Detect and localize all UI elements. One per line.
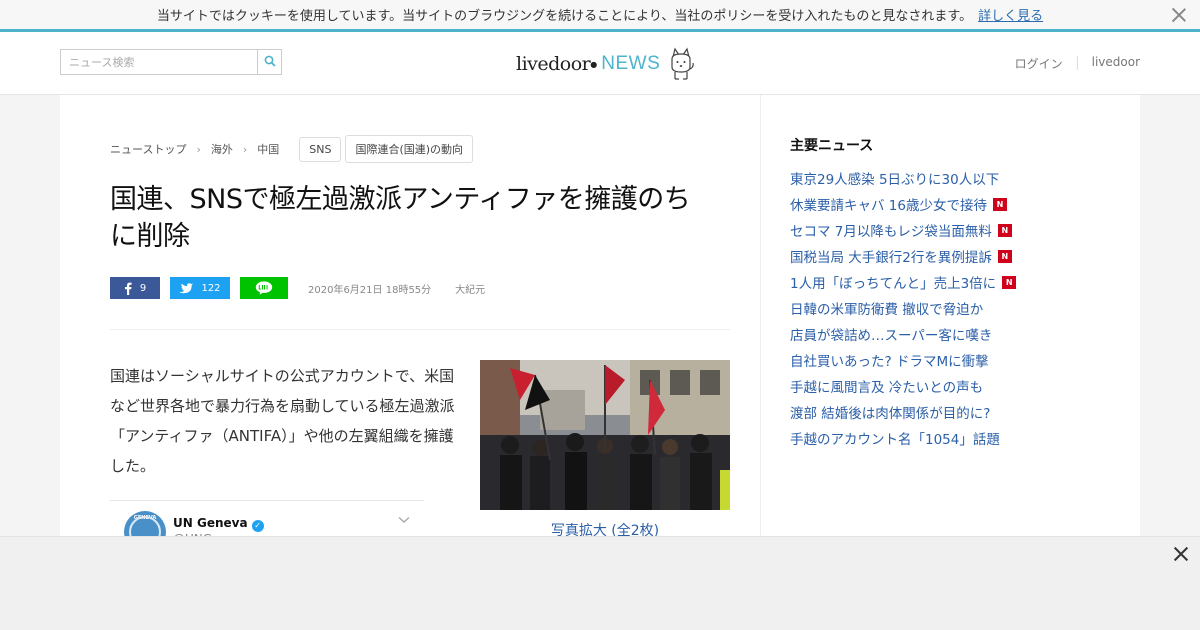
- topic-tag[interactable]: SNS: [299, 136, 342, 162]
- article-title: 国連、SNSで極左過激派アンティファを擁護のちに削除: [110, 184, 691, 252]
- news-item[interactable]: 1人用「ぼっちてんと」売上3倍に N: [790, 269, 1017, 295]
- new-badge-icon: N: [997, 223, 1012, 237]
- login-link[interactable]: ログイン: [1015, 55, 1063, 72]
- header-links: ログイン livedoor: [1015, 55, 1140, 72]
- chevron-right-icon: ›: [242, 142, 248, 156]
- cookie-banner: 当サイトではクッキーを使用しています。当サイトのブラウジングを続けることにより、…: [0, 0, 1200, 32]
- news-item[interactable]: セコマ 7月以降もレジ袋当面無料 N: [790, 217, 1016, 243]
- line-share-button[interactable]: [240, 277, 288, 299]
- divider: [110, 329, 730, 330]
- article-date: 2020年6月21日 18時55分: [308, 284, 432, 296]
- twitter-share-button[interactable]: 122: [170, 277, 230, 299]
- verified-badge-icon: ✓: [251, 520, 264, 532]
- bottom-ad-banner: [0, 536, 1200, 630]
- breadcrumb-item[interactable]: 中国: [257, 141, 279, 157]
- twitter-share-count: 122: [201, 282, 221, 294]
- protest-photo-image: [480, 360, 730, 510]
- livedoor-link[interactable]: livedoor: [1092, 55, 1140, 72]
- news-item[interactable]: 手越のアカウント名「1054」話題: [790, 425, 1016, 451]
- facebook-icon: [124, 282, 132, 295]
- chevron-right-icon: ›: [196, 142, 201, 156]
- news-item[interactable]: 日韓の米軍防衛費 撤収で脅迫か: [790, 295, 1016, 321]
- facebook-share-count: 9: [139, 282, 147, 294]
- facebook-share-button[interactable]: 9: [110, 277, 160, 299]
- tweet-author-name: UN Geneva ✓: [173, 516, 264, 532]
- news-item[interactable]: 自社買いあった? ドラマMに衝撃: [790, 347, 1016, 373]
- search-button[interactable]: [257, 50, 281, 74]
- header-divider: [1076, 56, 1078, 70]
- sidebar-title: 主要ニュース: [790, 138, 874, 154]
- article-source[interactable]: 大紀元: [455, 281, 485, 296]
- logo-news: NEWS: [601, 53, 661, 74]
- article-body: 国連はソーシャルサイトの公式アカウントで、米国など世界各地で暴力行為を扇動してい…: [110, 367, 455, 475]
- cookie-details-link[interactable]: 詳しく見る: [978, 5, 1043, 24]
- new-badge-icon: N: [1002, 275, 1017, 289]
- search-icon: [264, 55, 276, 67]
- news-item[interactable]: 休業要請キャバ 16歳少女で接待 N: [790, 191, 1016, 217]
- breadcrumb: ニューストップ › 海外 › 中国 SNS 国際連合(国連)の動向: [110, 135, 474, 163]
- new-badge-icon: N: [997, 249, 1012, 263]
- search-input[interactable]: [61, 50, 257, 74]
- new-badge-icon: N: [992, 197, 1007, 211]
- cookie-message: 当サイトではクッキーを使用しています。当サイトのブラウジングを続けることにより、…: [156, 9, 973, 24]
- article-photo[interactable]: [480, 360, 730, 510]
- close-icon[interactable]: [1172, 545, 1190, 563]
- logo-livedoor: livedoor: [516, 53, 591, 75]
- line-icon: [255, 281, 273, 295]
- chevron-down-icon[interactable]: [398, 516, 410, 524]
- site-header: livedoor● NEWS ログイン livedoor: [0, 32, 1200, 95]
- breadcrumb-item[interactable]: 海外: [211, 141, 233, 157]
- news-item[interactable]: 東京29人感染 5日ぶりに30人以下: [790, 165, 1016, 191]
- cookie-close-icon[interactable]: [1170, 6, 1188, 24]
- news-item[interactable]: 渡部 結婚後は肉体関係が目的に?: [790, 399, 1016, 425]
- column-divider: [760, 95, 761, 536]
- main-content: ニューストップ › 海外 › 中国 SNS 国際連合(国連)の動向 国連、SNS…: [60, 95, 1140, 553]
- news-item[interactable]: 国税当局 大手銀行2行を異例提訴 N: [790, 243, 1016, 269]
- breadcrumb-item[interactable]: ニューストップ: [110, 141, 186, 157]
- site-logo[interactable]: livedoor ● NEWS: [516, 44, 695, 84]
- search-box: [60, 49, 282, 75]
- news-item[interactable]: 店員が袋詰め…スーパー客に嘆き: [790, 321, 1016, 347]
- top-news-list: 東京29人感染 5日ぶりに30人以下 休業要請キャバ 16歳少女で接待 N セコマ…: [790, 165, 1017, 451]
- twitter-icon: [179, 282, 194, 293]
- dog-mascot-icon: [671, 47, 695, 80]
- topic-tag[interactable]: 国際連合(国連)の動向: [345, 135, 474, 163]
- share-bar: 9 122 2020年6月21日 18時55分 大紀元: [110, 277, 485, 299]
- news-item[interactable]: 手越に風間言及 冷たいとの声も: [790, 373, 1016, 399]
